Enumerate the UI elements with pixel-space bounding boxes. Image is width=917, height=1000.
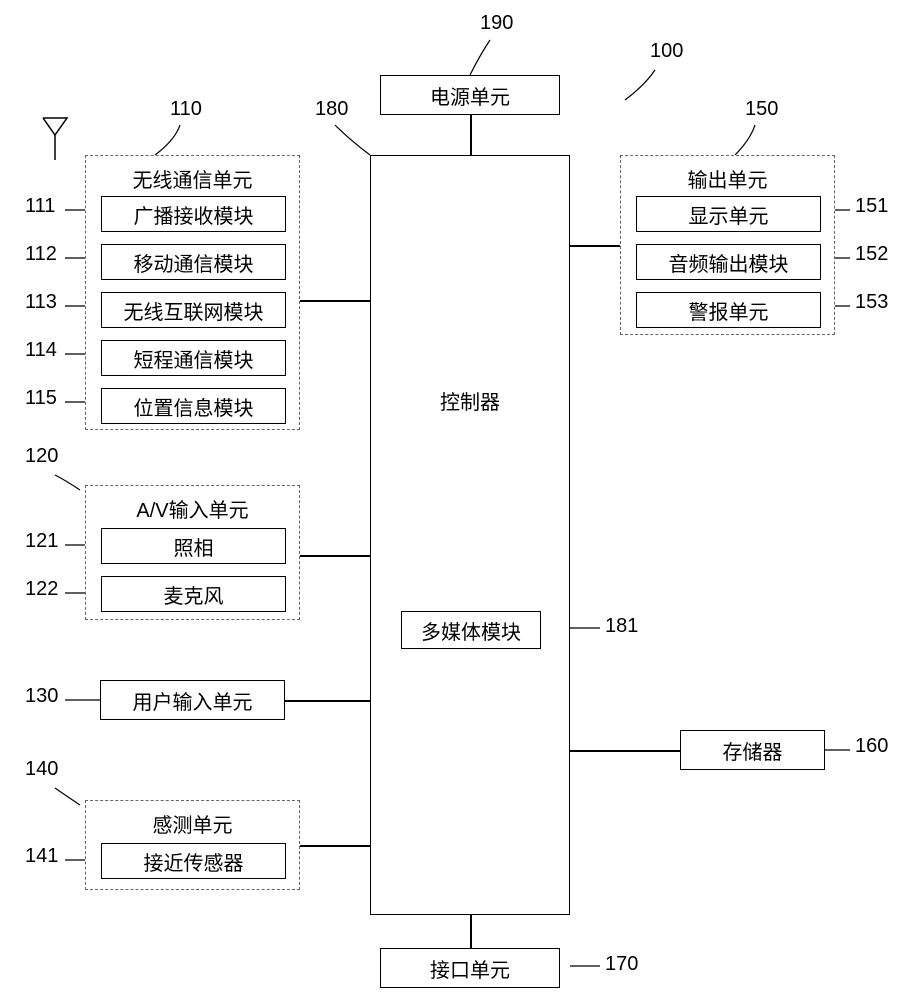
diagram-canvas: 190 100 110 180 150 111 112 113 114 115 … bbox=[0, 0, 917, 1000]
conn-av-controller bbox=[300, 555, 370, 557]
user-input-block: 用户输入单元 bbox=[100, 680, 285, 720]
short-range-block: 短程通信模块 bbox=[101, 340, 286, 376]
short-range-label: 短程通信模块 bbox=[134, 344, 254, 373]
wireless-unit-group: 无线通信单元 广播接收模块 移动通信模块 无线互联网模块 短程通信模块 位置信息… bbox=[85, 155, 300, 430]
av-input-title: A/V输入单元 bbox=[86, 494, 299, 523]
sensing-title: 感测单元 bbox=[86, 809, 299, 838]
display-label: 显示单元 bbox=[689, 200, 769, 229]
audio-out-label: 音频输出模块 bbox=[669, 248, 789, 277]
controller-label: 控制器 bbox=[440, 386, 500, 415]
user-input-label: 用户输入单元 bbox=[133, 686, 253, 715]
mic-label: 麦克风 bbox=[164, 580, 224, 609]
av-input-group: A/V输入单元 照相 麦克风 bbox=[85, 485, 300, 620]
multimedia-label: 多媒体模块 bbox=[421, 616, 521, 645]
conn-power-controller bbox=[470, 115, 472, 155]
conn-wireless-controller bbox=[300, 300, 370, 302]
conn-userinput-controller bbox=[285, 700, 370, 702]
memory-label: 存储器 bbox=[723, 736, 783, 765]
power-unit-label: 电源单元 bbox=[430, 81, 510, 110]
memory-block: 存储器 bbox=[680, 730, 825, 770]
wireless-unit-title: 无线通信单元 bbox=[86, 164, 299, 193]
power-unit-block: 电源单元 bbox=[380, 75, 560, 115]
proximity-label: 接近传感器 bbox=[144, 847, 244, 876]
wifi-block: 无线互联网模块 bbox=[101, 292, 286, 328]
proximity-block: 接近传感器 bbox=[101, 843, 286, 879]
conn-controller-interface bbox=[470, 915, 472, 948]
conn-memory-controller bbox=[570, 750, 680, 752]
display-block: 显示单元 bbox=[636, 196, 821, 232]
output-title: 输出单元 bbox=[621, 164, 834, 193]
output-group: 输出单元 显示单元 音频输出模块 警报单元 bbox=[620, 155, 835, 335]
audio-out-block: 音频输出模块 bbox=[636, 244, 821, 280]
mobile-comm-label: 移动通信模块 bbox=[134, 248, 254, 277]
mobile-comm-block: 移动通信模块 bbox=[101, 244, 286, 280]
wifi-label: 无线互联网模块 bbox=[124, 296, 264, 325]
position-label: 位置信息模块 bbox=[134, 392, 254, 421]
multimedia-block: 多媒体模块 bbox=[401, 611, 541, 649]
sensing-group: 感测单元 接近传感器 bbox=[85, 800, 300, 890]
controller-block: 控制器 多媒体模块 bbox=[370, 155, 570, 915]
interface-label: 接口单元 bbox=[430, 954, 510, 983]
camera-block: 照相 bbox=[101, 528, 286, 564]
broadcast-block: 广播接收模块 bbox=[101, 196, 286, 232]
interface-block: 接口单元 bbox=[380, 948, 560, 988]
conn-sensing-controller bbox=[300, 845, 370, 847]
conn-output-controller bbox=[570, 245, 620, 247]
position-block: 位置信息模块 bbox=[101, 388, 286, 424]
mic-block: 麦克风 bbox=[101, 576, 286, 612]
broadcast-label: 广播接收模块 bbox=[134, 200, 254, 229]
camera-label: 照相 bbox=[174, 532, 214, 561]
alarm-block: 警报单元 bbox=[636, 292, 821, 328]
alarm-label: 警报单元 bbox=[689, 296, 769, 325]
